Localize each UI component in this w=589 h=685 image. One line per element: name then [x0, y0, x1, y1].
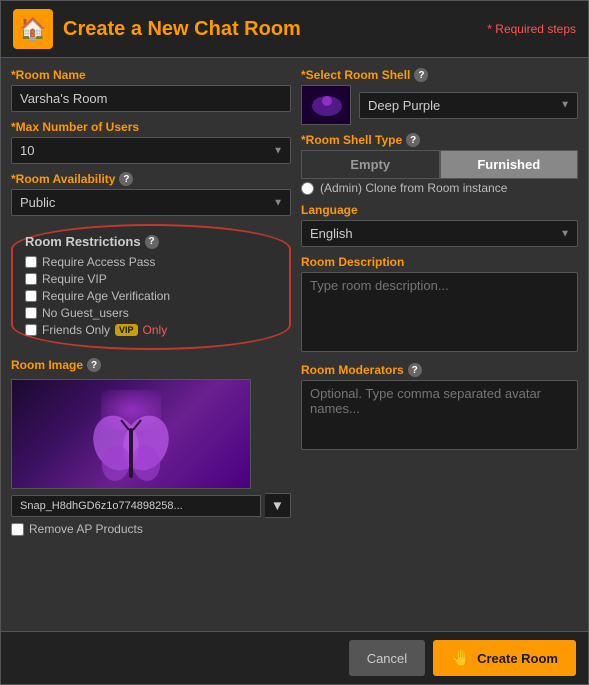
room-availability-label: *Room Availability ?: [11, 172, 291, 186]
create-room-dialog: 🏠 Create a New Chat Room * Required step…: [0, 0, 589, 685]
left-column: *Room Name *Max Number of Users 10 20 50: [11, 68, 291, 621]
description-textarea[interactable]: [301, 272, 578, 352]
right-column: *Select Room Shell ? Deep Purple: [301, 68, 578, 621]
restriction-age: Require Age Verification: [25, 289, 277, 303]
shell-thumbnail: [301, 85, 351, 125]
shell-type-field: *Room Shell Type ? Empty Furnished (Admi…: [301, 133, 578, 195]
vip-checkbox[interactable]: [25, 273, 37, 285]
cancel-button[interactable]: Cancel: [349, 640, 425, 676]
shell-type-buttons: Empty Furnished: [301, 150, 578, 179]
room-name-field: *Room Name: [11, 68, 291, 112]
moderators-label: Room Moderators ?: [301, 363, 578, 377]
no-guests-checkbox[interactable]: [25, 307, 37, 319]
room-image-label: Room Image ?: [11, 358, 291, 372]
shell-type-label: *Room Shell Type ?: [301, 133, 578, 147]
select-shell-field: *Select Room Shell ? Deep Purple: [301, 68, 578, 125]
image-dropdown-button[interactable]: ▼: [265, 493, 291, 518]
create-icon: 🤚: [451, 648, 471, 668]
clone-label: (Admin) Clone from Room instance: [320, 181, 507, 195]
clone-radio[interactable]: [301, 182, 314, 195]
shell-thumbnail-image: [302, 86, 351, 125]
room-image-help-icon[interactable]: ?: [87, 358, 101, 372]
dialog-header: 🏠 Create a New Chat Room * Required step…: [1, 1, 588, 58]
create-room-button[interactable]: 🤚 Create Room: [433, 640, 576, 676]
description-field: Room Description: [301, 255, 578, 355]
shell-type-empty-button[interactable]: Empty: [301, 150, 440, 179]
max-users-field: *Max Number of Users 10 20 50: [11, 120, 291, 164]
shell-name-wrapper: Deep Purple: [359, 92, 578, 119]
description-label: Room Description: [301, 255, 578, 269]
room-image-section: Room Image ? Snap_H8: [11, 358, 291, 536]
remove-ap-row: Remove AP Products: [11, 522, 291, 536]
max-users-select-wrapper: 10 20 50: [11, 137, 291, 164]
restriction-access-pass: Require Access Pass: [25, 255, 277, 269]
friends-only-checkbox[interactable]: [25, 324, 37, 336]
image-filename-row: Snap_H8dhGD6z1o774898258... ▼: [11, 493, 291, 518]
language-field: Language English Spanish French: [301, 203, 578, 247]
dialog-footer: Cancel 🤚 Create Room: [1, 631, 588, 684]
room-name-label: *Room Name: [11, 68, 291, 82]
restrictions-title: Room Restrictions ?: [25, 234, 277, 249]
max-users-label: *Max Number of Users: [11, 120, 291, 134]
dialog-title: Create a New Chat Room: [63, 18, 301, 41]
language-label: Language: [301, 203, 578, 217]
required-note: * Required steps: [487, 22, 576, 36]
shell-type-furnished-button[interactable]: Furnished: [440, 150, 579, 179]
image-filename: Snap_H8dhGD6z1o774898258...: [11, 495, 261, 517]
room-name-input[interactable]: [11, 85, 291, 112]
shell-type-help-icon[interactable]: ?: [406, 133, 420, 147]
shell-help-icon[interactable]: ?: [414, 68, 428, 82]
vip-badge: VIP: [115, 324, 138, 336]
room-restrictions-box: Room Restrictions ? Require Access Pass …: [11, 224, 291, 350]
availability-select-wrapper: Public Private: [11, 189, 291, 216]
house-icon: 🏠: [13, 9, 53, 49]
clone-row: (Admin) Clone from Room instance: [301, 181, 578, 195]
remove-ap-label: Remove AP Products: [29, 522, 143, 536]
restriction-no-guests: No Guest_users: [25, 306, 277, 320]
remove-ap-checkbox[interactable]: [11, 523, 24, 536]
moderators-field: Room Moderators ?: [301, 363, 578, 453]
restriction-friends-only: Friends Only VIP Only: [25, 323, 277, 337]
availability-select[interactable]: Public Private: [11, 189, 291, 216]
butterfly-image: [91, 408, 171, 488]
dialog-body: *Room Name *Max Number of Users 10 20 50: [1, 58, 588, 631]
restrictions-help-icon[interactable]: ?: [145, 235, 159, 249]
age-checkbox[interactable]: [25, 290, 37, 302]
moderators-textarea[interactable]: [301, 380, 578, 450]
moderators-help-icon[interactable]: ?: [408, 363, 422, 377]
only-label: Only: [143, 323, 168, 337]
select-shell-label: *Select Room Shell ?: [301, 68, 578, 82]
room-availability-field: *Room Availability ? Public Private: [11, 172, 291, 216]
access-pass-checkbox[interactable]: [25, 256, 37, 268]
restriction-vip: Require VIP: [25, 272, 277, 286]
shell-name-select[interactable]: Deep Purple: [359, 92, 578, 119]
availability-help-icon[interactable]: ?: [119, 172, 133, 186]
room-image-preview: [11, 379, 251, 489]
language-select-wrapper: English Spanish French: [301, 220, 578, 247]
language-select[interactable]: English Spanish French: [301, 220, 578, 247]
max-users-select[interactable]: 10 20 50: [11, 137, 291, 164]
create-label: Create Room: [477, 651, 558, 666]
shell-row: Deep Purple: [301, 85, 578, 125]
